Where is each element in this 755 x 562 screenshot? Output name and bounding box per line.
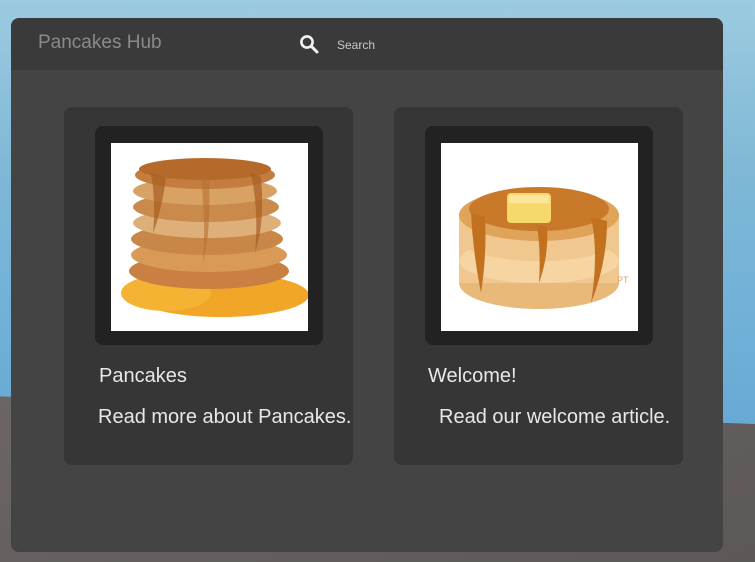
card-image[interactable]: PT [441, 143, 638, 331]
card-image[interactable] [111, 143, 309, 331]
card-description: Read more about Pancakes. [98, 406, 352, 428]
card-image-frame [95, 126, 323, 345]
article-card-welcome[interactable]: PT Welcome! Read our welcome article. [394, 107, 683, 465]
app-title: Pancakes Hub [38, 32, 162, 53]
pancake-stack-image [121, 158, 309, 317]
card-title[interactable]: Welcome! [428, 365, 517, 388]
card-image-frame: PT [425, 126, 653, 345]
search-box[interactable] [287, 28, 487, 60]
article-card-pancakes[interactable]: Pancakes Read more about Pancakes. [64, 107, 353, 465]
search-input[interactable] [335, 34, 479, 56]
card-description: Read our welcome article. [439, 406, 671, 428]
top-bar: Pancakes Hub [11, 18, 723, 70]
svg-text:PT: PT [617, 275, 629, 285]
card-title[interactable]: Pancakes [99, 365, 187, 388]
search-icon[interactable] [299, 34, 319, 54]
pixel-pancake-image: PT [459, 187, 629, 309]
app-window: Pancakes Hub Search Pancakes Read more a… [11, 18, 723, 552]
